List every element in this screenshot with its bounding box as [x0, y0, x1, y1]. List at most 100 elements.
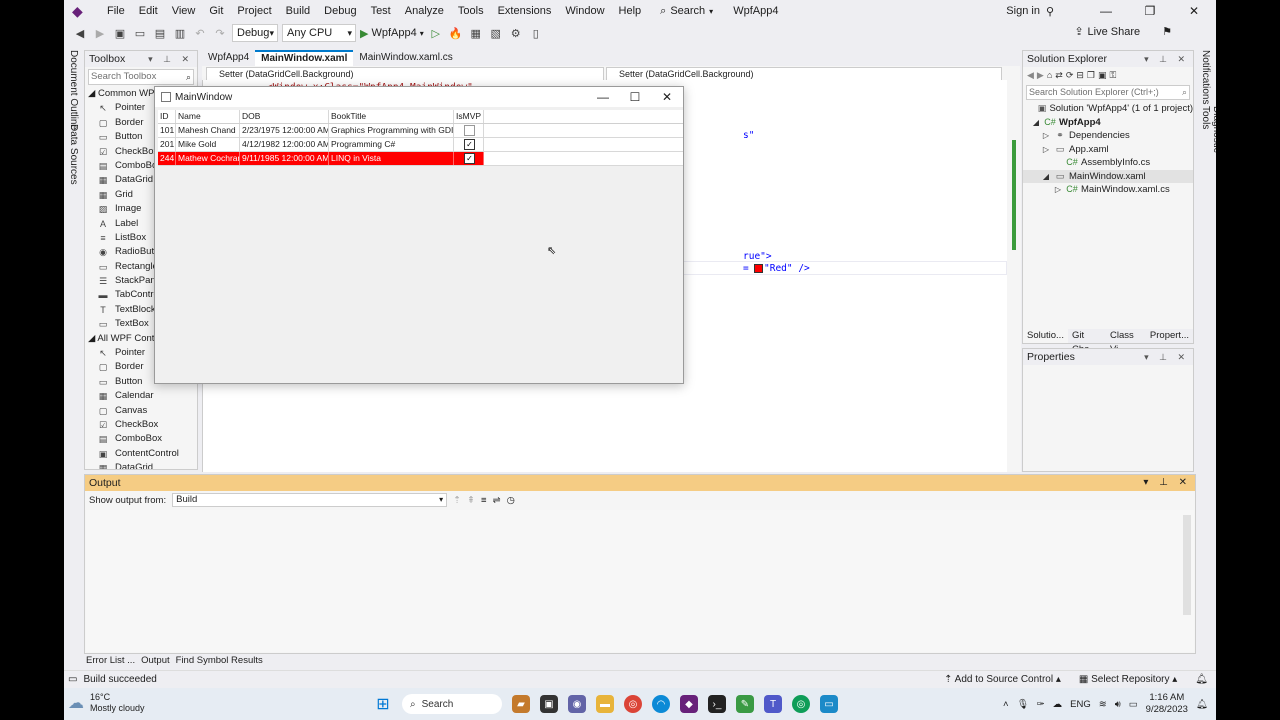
collapse-all-icon[interactable]: ⊟: [1076, 70, 1084, 81]
add-to-source-control-button[interactable]: ⇡ Add to Source Control ▴: [944, 671, 1061, 689]
forward-icon[interactable]: ▶: [92, 25, 108, 41]
live-share-button[interactable]: ⇪ Live Share ⚑: [1074, 25, 1172, 39]
pen-icon[interactable]: ✑: [1037, 699, 1045, 710]
tab-solution-explorer[interactable]: Solutio...: [1023, 329, 1068, 343]
notifications-bell-icon[interactable]: 🔔︎: [1195, 671, 1208, 689]
settings-icon[interactable]: ⚙: [508, 25, 524, 41]
platform-select[interactable]: Any CPU: [282, 24, 356, 42]
solution-tree-node[interactable]: ▷ ⚭ Dependencies: [1023, 129, 1193, 143]
output-scrollbar[interactable]: [1183, 515, 1191, 615]
menu-file[interactable]: File: [100, 0, 132, 22]
tab-output[interactable]: Output: [139, 654, 172, 668]
timestamp-icon[interactable]: ◷: [507, 495, 515, 506]
close-button[interactable]: ✕: [651, 87, 683, 107]
sync-icon[interactable]: ⟳: [1066, 70, 1074, 81]
solution-tree-node[interactable]: ▷ ▭ App.xaml: [1023, 143, 1193, 157]
taskbar-search[interactable]: ⌕ Search: [402, 694, 502, 714]
column-header-booktitle[interactable]: BookTitle: [329, 110, 454, 123]
data-grid[interactable]: ID Name DOB BookTitle IsMVP 101 Mahesh Ch…: [158, 110, 683, 166]
teams-icon[interactable]: T: [764, 695, 782, 713]
pin-icon[interactable]: ▾ ⊥ ✕: [148, 51, 193, 67]
menu-window[interactable]: Window: [558, 0, 611, 22]
column-header-name[interactable]: Name: [176, 110, 240, 123]
cell-id[interactable]: 101: [158, 124, 176, 137]
cell-id[interactable]: 244: [158, 152, 176, 165]
bookmark-icon[interactable]: ▯: [528, 25, 544, 41]
menu-extensions[interactable]: Extensions: [491, 0, 559, 22]
pin-icon[interactable]: ▾ ⊥ ✕: [1143, 475, 1191, 491]
solution-tree-node[interactable]: C# AssemblyInfo.cs: [1023, 156, 1193, 170]
cell-booktitle[interactable]: Programming C#: [329, 138, 454, 151]
properties-icon[interactable]: ⚿: [1110, 70, 1117, 81]
expand-arrow-icon[interactable]: ▷: [1041, 143, 1051, 157]
menu-project[interactable]: Project: [230, 0, 278, 22]
switch-views-icon[interactable]: ⇄: [1055, 70, 1063, 81]
maximize-button[interactable]: ☐: [619, 87, 651, 107]
toolbox-item[interactable]: ▣ ContentControl: [85, 447, 197, 461]
teams-chat-icon[interactable]: ◉: [568, 695, 586, 713]
notifications-tab[interactable]: Notifications: [1200, 50, 1211, 104]
sign-in-button[interactable]: Sign in ⚲: [1006, 5, 1054, 18]
editor-scrollbar[interactable]: [1007, 80, 1021, 472]
data-sources-tab[interactable]: Data Sources: [68, 124, 79, 185]
close-button[interactable]: ✕: [1172, 4, 1216, 18]
grid-row[interactable]: 201 Mike Gold 4/12/1982 12:00:00 AM Program…: [158, 138, 683, 152]
microphone-icon[interactable]: 🎙︎: [1017, 699, 1029, 710]
solution-tree-node[interactable]: ◢ C# WpfApp4: [1023, 116, 1193, 130]
chevron-up-icon[interactable]: ˄: [1003, 699, 1009, 710]
menu-view[interactable]: View: [165, 0, 203, 22]
volume-icon[interactable]: 🔊︎: [1115, 699, 1121, 710]
document-outline-tab[interactable]: Document Outline: [68, 50, 79, 130]
minimize-button[interactable]: —: [587, 87, 619, 107]
weather-widget[interactable]: ☁ 16°C Mostly cloudy: [68, 692, 145, 714]
undo-icon[interactable]: ↶: [192, 25, 208, 41]
cell-name[interactable]: Mike Gold: [176, 138, 240, 151]
cell-id[interactable]: 201: [158, 138, 176, 151]
cell-dob[interactable]: 9/11/1985 12:00:00 AM: [240, 152, 329, 165]
cell-booktitle[interactable]: LINQ in Vista: [329, 152, 454, 165]
grid-row[interactable]: 101 Mahesh Chand 2/23/1975 12:00:00 AM Grap…: [158, 124, 683, 138]
expand-arrow-icon[interactable]: ◢: [1041, 170, 1051, 184]
task-view-icon[interactable]: ▣: [540, 695, 558, 713]
tab-mainwindow-xaml[interactable]: MainWindow.xaml: [255, 50, 354, 66]
configuration-select[interactable]: Debug: [232, 24, 278, 42]
chrome-alt-icon[interactable]: ◎: [792, 695, 810, 713]
tab-find-symbol-results[interactable]: Find Symbol Results: [174, 654, 265, 668]
word-wrap-icon[interactable]: ⇌: [493, 495, 501, 506]
wpf-window-titlebar[interactable]: MainWindow — ☐ ✕: [155, 87, 683, 107]
tab-git-changes[interactable]: Git Cha...: [1068, 329, 1106, 355]
show-all-files-icon[interactable]: ❐: [1087, 70, 1095, 81]
layout-icon[interactable]: ▧: [488, 25, 504, 41]
menu-debug[interactable]: Debug: [317, 0, 363, 22]
terminal-icon[interactable]: ›_: [708, 695, 726, 713]
onedrive-icon[interactable]: ☁: [1053, 699, 1063, 710]
menu-help[interactable]: Help: [612, 0, 649, 22]
visual-studio-icon[interactable]: ◆: [680, 695, 698, 713]
clock[interactable]: 1:16 AM 9/28/2023: [1146, 692, 1188, 716]
toolbox-search-input[interactable]: Search Toolbox ⌕: [88, 69, 194, 85]
column-header-id[interactable]: ID: [158, 110, 176, 123]
solution-tree-node[interactable]: ◢ ▭ MainWindow.xaml: [1023, 169, 1193, 184]
menu-build[interactable]: Build: [279, 0, 317, 22]
expand-arrow-icon[interactable]: ▷: [1041, 129, 1051, 143]
toolbar-tool-icon[interactable]: ▦: [468, 25, 484, 41]
back-icon[interactable]: ◀: [72, 25, 88, 41]
toolbox-item[interactable]: ▢ Canvas: [85, 404, 197, 418]
tab-wpfapp4[interactable]: WpfApp4: [202, 50, 255, 66]
tab-properties[interactable]: Propert...: [1146, 329, 1193, 343]
menu-test[interactable]: Test: [364, 0, 398, 22]
grid-row-selected[interactable]: 244 Mathew Cochran 9/11/1985 12:00:00 AM LI…: [158, 152, 683, 166]
toolbox-item[interactable]: ▦ Calendar: [85, 389, 197, 403]
preview-icon[interactable]: ▣: [1098, 70, 1107, 81]
column-header-dob[interactable]: DOB: [240, 110, 329, 123]
output-source-select[interactable]: Build: [172, 493, 448, 507]
forward-icon[interactable]: ▶: [1037, 70, 1044, 81]
menu-analyze[interactable]: Analyze: [398, 0, 451, 22]
save-icon[interactable]: ▤: [152, 25, 168, 41]
find-message-icon[interactable]: ⇡: [453, 495, 461, 506]
nav-left-select[interactable]: Setter (DataGridCell.Background): [206, 67, 604, 81]
edge-icon[interactable]: ◠: [652, 695, 670, 713]
pin-icon[interactable]: ▾ ⊥ ✕: [1144, 51, 1189, 67]
cell-dob[interactable]: 4/12/1982 12:00:00 AM: [240, 138, 329, 151]
toolbox-item[interactable]: ☑ CheckBox: [85, 418, 197, 432]
